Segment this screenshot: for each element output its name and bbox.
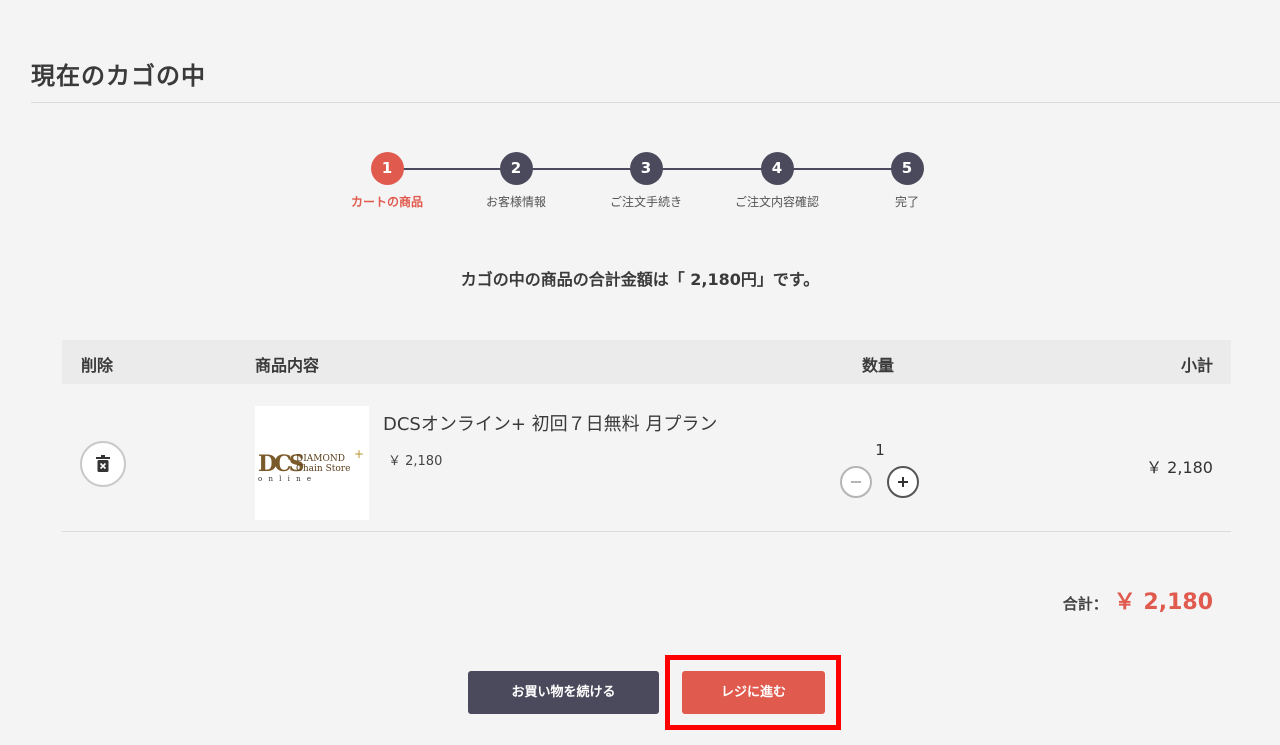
header-subtotal: 小計 [1180,356,1213,375]
grand-total-value: ￥ 2,180 [1113,590,1213,615]
step-number: 4 [760,152,794,185]
cart-total-message: カゴの中の商品の合計金額は「 2,180円」です。 [460,270,820,289]
step-label: 完了 [894,195,919,209]
logo-plus: + [354,447,364,461]
step-label: お客様情報 [485,195,546,209]
quantity-increase-button[interactable] [887,466,919,498]
header-quantity: 数量 [862,356,895,375]
product-unit-price: ￥ 2,180 [388,454,443,469]
product-thumbnail: DCS DIAMOND + Chain Store o n l i n e [255,406,369,520]
continue-shopping-button[interactable]: お買い物を続ける [468,671,659,714]
step-complete: 5 完了 [847,152,967,210]
grand-total-label: 合計： [1062,595,1108,613]
grand-total: 合計： ￥ 2,180 [1063,584,1213,616]
step-label: カートの商品 [350,195,423,209]
step-number: 3 [629,152,663,185]
page-title: 現在のカゴの中 [31,62,206,90]
logo-line1: DIAMOND [296,454,345,464]
highlight-box [665,655,841,730]
quantity-value: 1 [875,441,885,459]
step-label: ご注文内容確認 [734,195,819,209]
product-name[interactable]: DCSオンライン+ 初回７日無料 月プラン [383,410,717,436]
step-number: 1 [370,152,404,185]
minus-icon [851,481,861,483]
cart-table-header: 削除 商品内容 数量 小計 [62,340,1231,384]
item-subtotal: ￥ 2,180 [1146,458,1213,477]
step-number: 2 [499,152,533,185]
logo-line3: o n l i n e [258,475,313,483]
step-order-confirm: 4 ご注文内容確認 [717,152,837,210]
trash-icon [96,455,110,472]
delete-item-button[interactable] [80,441,126,487]
header-delete: 削除 [81,356,114,375]
dcs-logo: DCS DIAMOND + Chain Store o n l i n e [258,447,364,483]
row-divider [62,531,1231,532]
step-cart: 1 カートの商品 [327,152,447,210]
quantity-decrease-button[interactable] [840,466,872,498]
header-item: 商品内容 [255,356,320,375]
step-label: ご注文手続き [609,195,682,209]
title-divider [31,102,1280,103]
checkout-stepper: 1 カートの商品 2 お客様情報 3 ご注文手続き 4 ご注文内容確認 5 完了 [0,152,1280,212]
plus-icon [898,477,908,487]
step-number: 5 [890,152,924,185]
step-customer-info: 2 お客様情報 [456,152,576,210]
logo-line2: Chain Store [296,464,350,474]
step-order-procedure: 3 ご注文手続き [586,152,706,210]
